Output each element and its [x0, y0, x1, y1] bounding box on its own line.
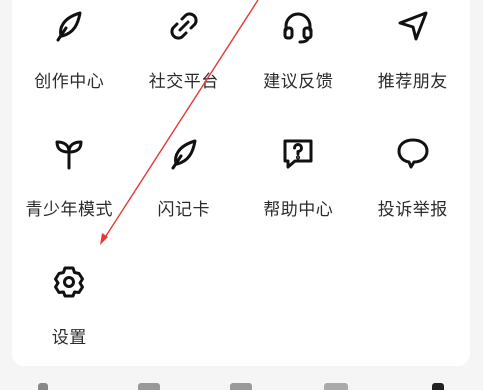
- tile-label: 推荐朋友: [377, 72, 448, 92]
- tab-icon-partial[interactable]: [138, 383, 160, 390]
- sprout-icon: [49, 134, 89, 174]
- tile-complaint-report[interactable]: 投诉举报: [356, 128, 471, 256]
- tab-icon-partial[interactable]: [230, 383, 252, 390]
- help-question-icon: [278, 134, 318, 174]
- link-icon: [164, 6, 204, 46]
- tile-label: 社交平台: [148, 72, 219, 92]
- feather-icon: [49, 6, 89, 46]
- tile-label: 投诉举报: [377, 200, 448, 220]
- tile-help-center[interactable]: 帮助中心: [241, 128, 356, 256]
- tile-label: 设置: [51, 328, 87, 348]
- tile-label: 建议反馈: [263, 72, 334, 92]
- tab-icon-partial[interactable]: [324, 383, 348, 390]
- tile-recommend-friends[interactable]: 推荐朋友: [356, 0, 471, 128]
- tab-icon-partial[interactable]: [432, 383, 444, 390]
- tile-settings[interactable]: 设置: [12, 256, 127, 384]
- headset-icon: [278, 6, 318, 46]
- tile-teen-mode[interactable]: 青少年模式: [12, 128, 127, 256]
- tile-label: 帮助中心: [263, 200, 334, 220]
- tile-feedback[interactable]: 建议反馈: [241, 0, 356, 128]
- tile-creation-center[interactable]: 创作中心: [12, 0, 127, 128]
- bottom-tab-bar: [0, 378, 483, 390]
- tab-icon-partial[interactable]: [38, 383, 48, 390]
- feather-icon: [164, 134, 204, 174]
- service-grid: 创作中心 社交平台 建议反馈 推荐朋友 青少年模式 闪记卡 帮助中心 投诉举报 …: [12, 0, 470, 384]
- tile-label: 创作中心: [34, 72, 105, 92]
- report-bubble-icon: [393, 134, 433, 174]
- more-services-panel: 创作中心 社交平台 建议反馈 推荐朋友 青少年模式 闪记卡 帮助中心 投诉举报 …: [12, 0, 470, 366]
- tile-flash-card[interactable]: 闪记卡: [127, 128, 242, 256]
- settings-gear-icon: [49, 262, 89, 302]
- tile-label: 青少年模式: [25, 200, 113, 220]
- send-arrow-icon: [393, 6, 433, 46]
- tile-social-platform[interactable]: 社交平台: [127, 0, 242, 128]
- tile-label: 闪记卡: [157, 200, 210, 220]
